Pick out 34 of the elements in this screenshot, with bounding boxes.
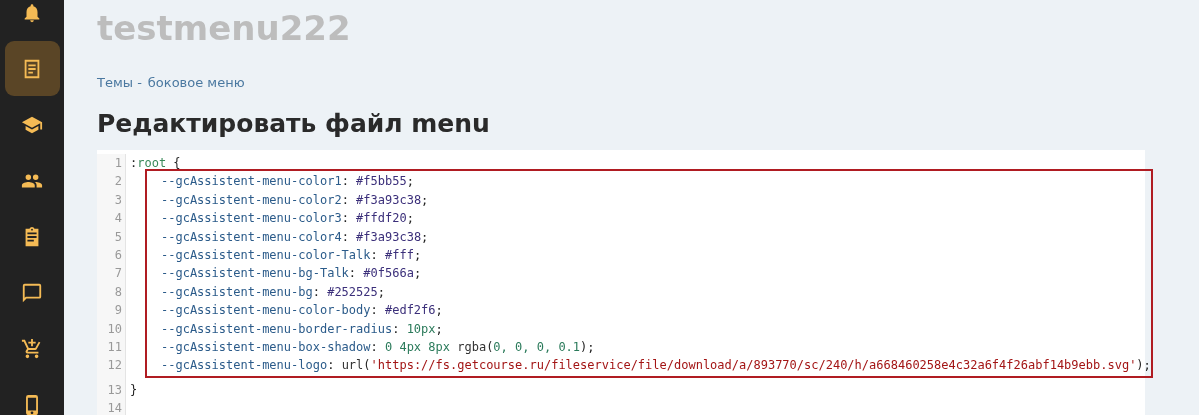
line-number: 11 (106, 338, 123, 356)
line-number: 9 (113, 302, 123, 320)
line-number: 12 (106, 357, 123, 375)
code-line: --gcAssistent-menu-border-radius: 10px; (161, 321, 443, 336)
line-number: 13 (106, 381, 123, 399)
line-number: 4 (113, 210, 123, 228)
cart-icon (21, 337, 43, 360)
line-number: 6 (113, 246, 123, 264)
code-line: --gcAssistent-menu-logo: url('https://fs.getcourse.ru/fileservice/file/download/a/893770/sc/240/h/a668460258e4c32a6f4f26abf14b9ebb.svg'); (161, 358, 1151, 373)
code-line: :root { (130, 156, 181, 170)
line-number: 10 (106, 320, 123, 338)
code-line: --gcAssistent-menu-color-body: #edf2f6; (161, 303, 443, 318)
line-number: 1 (113, 155, 123, 172)
line-number: 14 (106, 400, 123, 415)
line-number: 5 (113, 228, 123, 246)
line-number: 3 (113, 191, 123, 209)
code-line: --gcAssistent-menu-color-Talk: #fff; (161, 247, 422, 262)
code-line: --gcAssistent-menu-color3: #ffdf20; (161, 211, 414, 226)
line-number: 7 (113, 265, 123, 283)
code-line: --gcAssistent-menu-bg-Talk: #0f566a; (161, 266, 422, 281)
line-number: 8 (113, 283, 123, 301)
breadcrumb-link[interactable]: Темы - (97, 75, 142, 90)
sidebar-item[interactable] (4, 41, 60, 96)
code-line: --gcAssistent-menu-color4: #f3a93c38; (161, 229, 429, 244)
code-line: --gcAssistent-menu-bg: #252525; (161, 284, 385, 299)
breadcrumb-link[interactable]: боковое меню (147, 75, 245, 90)
page-title: testmenu222 (97, 7, 352, 50)
code-line: --gcAssistent-menu-box-shadow: 0 4px 8px rgba(0, 0, 0, 0.1); (161, 339, 595, 354)
page-heading: Редактировать файл menu (97, 109, 491, 138)
code-line: --gcAssistent-menu-color1: #f5bb55; (161, 174, 414, 189)
chat-icon (21, 281, 43, 304)
code-line: --gcAssistent-menu-color2: #f3a93c38; (161, 192, 429, 207)
line-number: 2 (113, 173, 123, 191)
code-line: } (130, 382, 138, 397)
